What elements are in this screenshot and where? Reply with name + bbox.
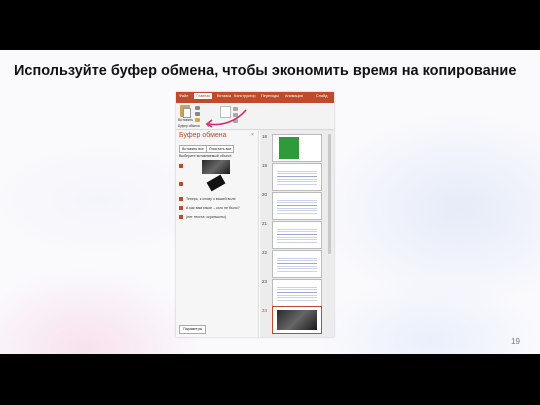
close-icon[interactable]: × [251,132,254,138]
slide-thumbnail-selected[interactable] [272,306,322,334]
slide-thumbnail[interactable] [272,192,322,220]
clipboard-pane-title: Буфер обмена [179,132,227,139]
clipboard-item-icon [179,182,183,187]
clipboard-item-icon [179,206,183,211]
slide-thumbnail[interactable] [272,221,322,249]
scrollbar[interactable] [328,134,331,254]
clipboard-item-icon [179,197,183,202]
clipboard-item-image-1[interactable] [179,164,186,169]
clear-all-button[interactable]: Очистить все [206,145,235,153]
slide-number: 20 [262,192,268,197]
slide-number: 18 [262,134,268,139]
clipboard-item-icon [179,215,183,220]
slide-thumbnail[interactable] [272,279,322,307]
options-button[interactable]: Параметры [179,325,207,334]
slide-thumbnail[interactable] [272,134,322,162]
clipboard-item-text-2[interactable]: А как вам такое – кого не было? [179,206,240,211]
slide-number: 24 [262,308,268,313]
slide-number: 22 [262,250,268,255]
slide-number: 19 [262,163,268,168]
page-title: Используйте буфер обмена, чтобы экономит… [14,63,517,79]
clipboard-item-icon [179,164,183,169]
clipboard-item-image-2[interactable] [179,182,186,187]
powerpoint-screenshot: Файл Главная Вставка Конструктор Переход… [176,92,334,337]
clipboard-pane: Буфер обмена × Вставить все Очистить все… [176,130,259,337]
slide-number: 23 [262,279,268,284]
slide-number: 21 [262,221,268,226]
clipboard-item-text-1[interactable]: Теперь, к слову о вашей воле [179,197,236,202]
clipboard-item-text-3[interactable]: (нет текста: скриншоты) [179,215,226,220]
slide-image [277,310,317,330]
slide-thumbnail[interactable] [272,163,322,191]
clipboard-hint: Выберите вставляемый объект: [179,154,233,158]
slide: Используйте буфер обмена, чтобы экономит… [0,50,540,354]
clipboard-image-thumbnail [202,160,230,174]
slides-panel: 18 19 20 21 22 23 24 [260,130,334,337]
page-number: 19 [511,337,520,346]
paste-all-button[interactable]: Вставить все [179,145,207,153]
clipboard-image-thumbnail [206,174,226,192]
slide-thumbnail[interactable] [272,250,322,278]
